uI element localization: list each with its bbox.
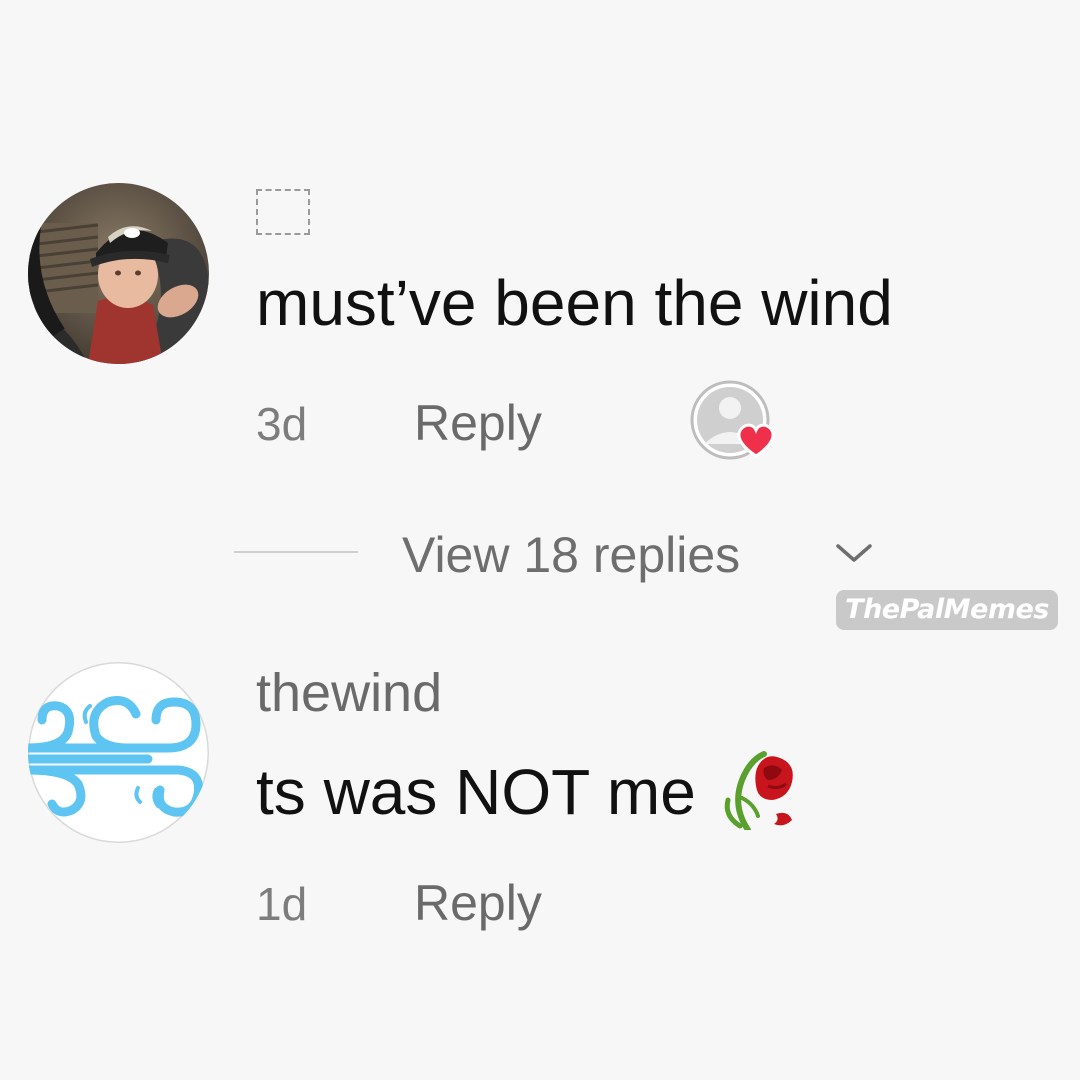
view-replies-button[interactable]: View 18 replies [402,528,740,583]
comment-timestamp: 1d [256,878,308,930]
comment-username[interactable]: thewind [256,663,442,723]
reply-button[interactable]: Reply [414,398,542,448]
comment-text: ts was NOT me [256,755,696,828]
boy-in-cap-photo [28,183,209,364]
wind-icon [28,696,204,817]
commenter-avatar[interactable] [28,662,209,843]
username-placeholder [256,189,310,235]
comment-body: ts was NOT me [256,750,798,834]
chevron-down-icon[interactable] [832,540,876,566]
liked-by-author-badge [690,380,782,462]
wilted-flower-icon [718,746,798,833]
comment-text: must’ve been the wind [256,267,893,339]
watermark-text: ThePalMemes [845,594,1049,625]
commenter-avatar[interactable] [28,183,209,364]
comment-timestamp: 3d [256,398,308,450]
replies-divider [234,551,358,553]
watermark: ThePalMemes [836,590,1058,630]
reply-button[interactable]: Reply [414,878,542,928]
